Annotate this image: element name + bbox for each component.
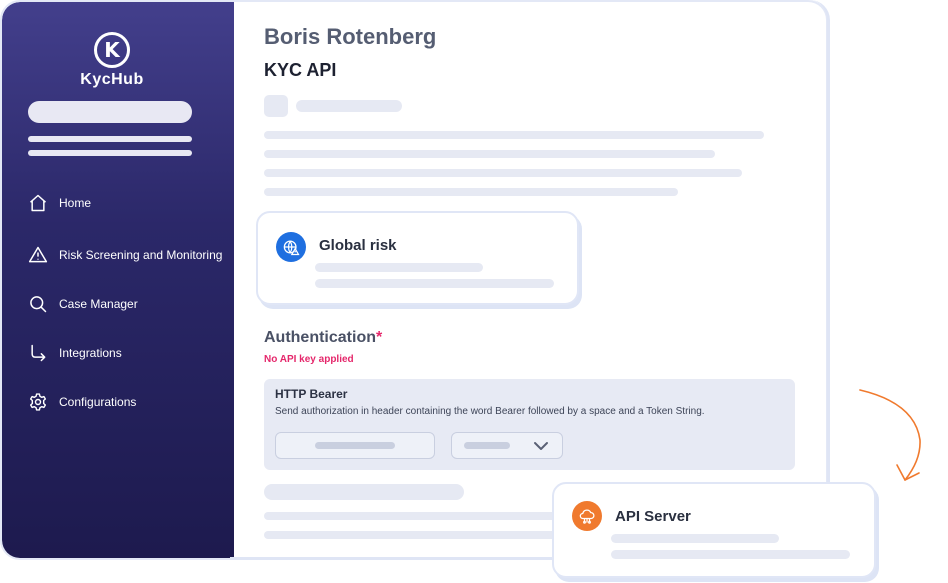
sidebar-item-label: Integrations — [59, 346, 122, 360]
http-bearer-description: Send authorization in header containing … — [275, 406, 705, 417]
global-risk-card[interactable]: Global risk — [256, 211, 579, 305]
sidebar-placeholder-line — [28, 136, 192, 142]
placeholder-line — [264, 131, 764, 139]
placeholder-line — [264, 512, 564, 520]
placeholder-line — [296, 100, 402, 112]
sidebar-item-home[interactable]: Home — [28, 193, 91, 213]
gear-icon — [29, 393, 47, 411]
placeholder-line — [264, 150, 715, 158]
token-input[interactable] — [275, 432, 435, 459]
http-bearer-title: HTTP Bearer — [275, 387, 348, 401]
brand-logo[interactable]: K KycHub — [72, 32, 152, 89]
home-icon — [30, 194, 46, 212]
sidebar: K KycHub Home Risk Screening and Monitor… — [2, 2, 234, 558]
sidebar-item-risk-screening[interactable]: Risk Screening and Monitoring — [28, 245, 222, 265]
curved-arrow-icon — [859, 389, 921, 481]
placeholder-line — [264, 484, 464, 500]
search-icon — [30, 296, 47, 313]
globe-warning-icon — [276, 232, 306, 262]
page-title: KYC API — [264, 60, 337, 80]
placeholder-line — [264, 188, 678, 196]
required-mark: * — [376, 329, 383, 346]
arrow-down-right-icon — [31, 344, 46, 362]
logo-icon: K — [94, 32, 130, 68]
sidebar-item-case-manager[interactable]: Case Manager — [28, 294, 138, 314]
cloud-server-icon — [572, 501, 602, 531]
placeholder-line — [611, 550, 850, 559]
sidebar-item-integrations[interactable]: Integrations — [28, 343, 122, 363]
placeholder-line — [315, 279, 554, 288]
auth-type-select[interactable] — [451, 432, 563, 459]
global-risk-title: Global risk — [319, 237, 397, 254]
sidebar-placeholder-line — [28, 150, 192, 156]
warning-icon — [28, 246, 48, 263]
api-server-card[interactable]: API Server — [552, 482, 876, 578]
page-user-name: Boris Rotenberg — [264, 24, 437, 49]
api-server-title: API Server — [615, 508, 691, 525]
http-bearer-panel: HTTP Bearer Send authorization in header… — [264, 379, 795, 470]
sidebar-item-configurations[interactable]: Configurations — [28, 392, 136, 412]
placeholder-line — [315, 263, 483, 272]
placeholder-line — [611, 534, 779, 543]
auth-warning: No API key applied — [264, 354, 354, 365]
sidebar-placeholder-pill — [28, 101, 192, 123]
sidebar-item-label: Configurations — [59, 395, 137, 409]
placeholder-line — [264, 169, 742, 177]
brand-name: KycHub — [80, 71, 144, 88]
placeholder-icon — [264, 95, 288, 117]
sidebar-item-label: Risk Screening and Monitoring — [59, 248, 223, 262]
input-placeholder — [315, 442, 395, 449]
sidebar-item-label: Case Manager — [59, 297, 138, 311]
authentication-heading: Authentication* — [264, 329, 383, 346]
placeholder-line — [264, 531, 564, 539]
select-placeholder — [464, 442, 510, 449]
sidebar-item-label: Home — [59, 196, 92, 210]
chevron-down-icon — [534, 442, 548, 450]
